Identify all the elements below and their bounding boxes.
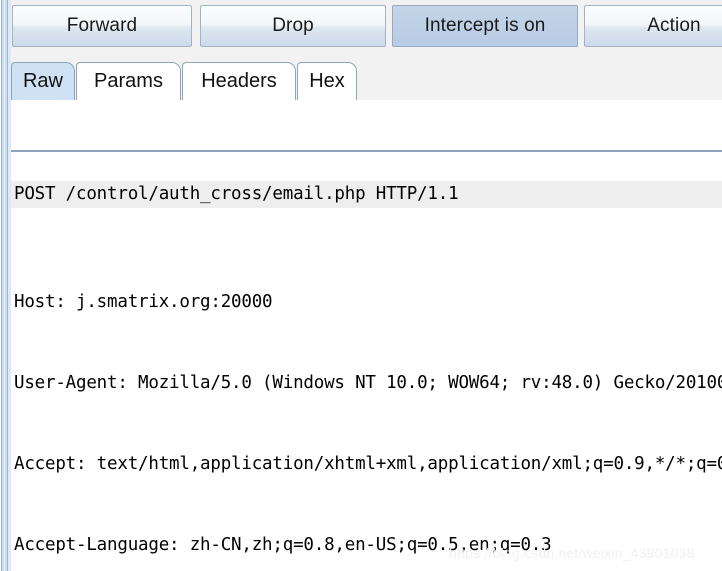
raw-message-text[interactable]: POST /control/auth_cross/email.php HTTP/… [11,100,722,571]
header-line: User-Agent: Mozilla/5.0 (Windows NT 10.0… [14,373,722,393]
tab-hex[interactable]: Hex [297,62,357,100]
request-line: POST /control/auth_cross/email.php HTTP/… [11,181,722,208]
action-button[interactable]: Action [584,5,722,47]
intercept-toolbar: Forward Drop Intercept is on Action [0,0,722,52]
message-view-tabs: Raw Params Headers Hex [0,52,722,152]
tab-params[interactable]: Params [76,62,181,100]
tab-headers[interactable]: Headers [182,62,296,100]
header-line: Accept: text/html,application/xhtml+xml,… [14,454,722,474]
intercept-toggle[interactable]: Intercept is on [392,5,578,47]
burp-intercept-window: Forward Drop Intercept is on Action Raw … [0,0,722,571]
left-scroll-rail[interactable] [0,0,11,571]
forward-button[interactable]: Forward [12,5,192,47]
drop-button[interactable]: Drop [200,5,386,47]
tab-raw[interactable]: Raw [11,62,75,100]
header-line: Host: j.smatrix.org:20000 [14,292,273,312]
header-line: Accept-Language: zh-CN,zh;q=0.8,en-US;q=… [14,535,552,555]
tab-underline [11,150,722,152]
raw-message-editor[interactable]: POST /control/auth_cross/email.php HTTP/… [11,100,722,571]
